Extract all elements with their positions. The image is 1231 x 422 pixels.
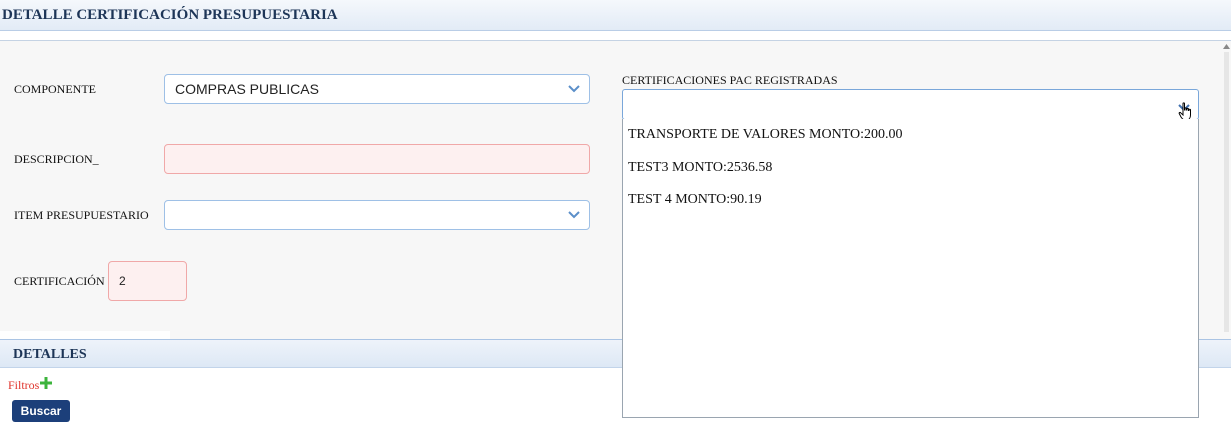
- pac-option[interactable]: TRANSPORTE DE VALORES MONTO:200.00: [628, 127, 903, 143]
- componente-value: COMPRAS PUBLICAS: [175, 81, 319, 97]
- item-presupuestario-label: ITEM PRESUPUESTARIO: [14, 208, 149, 222]
- section-header: DETALLE CERTIFICACIÓN PRESUPUESTARIA: [0, 0, 1231, 31]
- pac-label: CERTIFICACIONES PAC REGISTRADAS: [622, 73, 838, 87]
- chevron-down-icon[interactable]: [559, 201, 589, 229]
- scrollbar[interactable]: [1222, 42, 1231, 332]
- section-title: DETALLE CERTIFICACIÓN PRESUPUESTARIA: [2, 7, 338, 23]
- componente-select[interactable]: COMPRAS PUBLICAS: [164, 74, 590, 104]
- componente-label: COMPONENTE: [14, 82, 97, 96]
- pac-option[interactable]: TEST3 MONTO:2536.58: [628, 160, 772, 176]
- filtros-toggle[interactable]: Filtros: [8, 376, 53, 393]
- detalles-title: DETALLES: [13, 347, 87, 362]
- certificacion-label: CERTIFICACIÓN: [14, 274, 105, 288]
- descripcion-label: DESCRIPCION_: [14, 152, 99, 166]
- certificacion-input[interactable]: 2: [108, 261, 187, 301]
- certificacion-value: 2: [119, 274, 126, 288]
- buscar-button[interactable]: Buscar: [12, 400, 70, 422]
- item-presupuestario-select[interactable]: [164, 200, 590, 230]
- pac-dropdown-list: TRANSPORTE DE VALORES MONTO:200.00 TEST3…: [622, 119, 1199, 418]
- pac-option[interactable]: TEST 4 MONTO:90.19: [628, 192, 762, 208]
- plus-icon[interactable]: [40, 376, 53, 389]
- pac-select[interactable]: [622, 89, 1199, 121]
- chevron-down-icon[interactable]: [559, 75, 589, 103]
- descripcion-input[interactable]: [164, 144, 590, 174]
- filtros-label: Filtros: [8, 378, 40, 392]
